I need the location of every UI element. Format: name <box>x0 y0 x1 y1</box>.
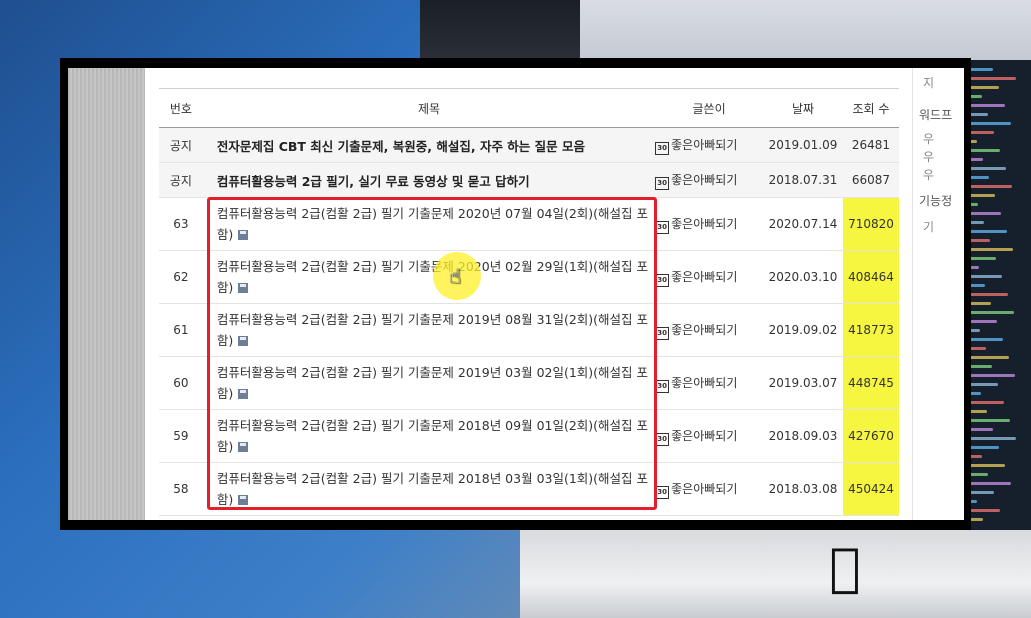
sidebar-item[interactable]: 기 <box>923 218 934 235</box>
code-line <box>965 230 1007 233</box>
author-name[interactable]: 좋은아빠되기 <box>671 429 737 443</box>
member-level-icon: 30 <box>655 379 670 393</box>
post-views: 418773 <box>842 304 899 356</box>
member-level-icon: 30 <box>655 485 670 499</box>
member-level-icon: 30 <box>655 220 670 234</box>
post-date: 2020.03.10 <box>763 250 843 304</box>
background-monitor <box>580 0 1031 60</box>
post-views-cell: 710820 <box>842 197 899 251</box>
background-laptop <box>420 0 600 60</box>
code-line <box>965 185 1012 188</box>
author-name[interactable]: 좋은아빠되기 <box>671 270 737 284</box>
notice-label: 공지 <box>159 127 203 163</box>
member-level-icon: 30 <box>655 326 670 340</box>
author-cell[interactable]: 30 좋은아빠되기 <box>655 197 764 251</box>
code-line <box>965 311 1014 314</box>
author-cell[interactable]: 30 좋은아빠되기 <box>655 303 764 357</box>
code-line <box>965 293 1008 296</box>
sidebar-item[interactable]: 우 <box>923 166 934 183</box>
post-views-cell: 427670 <box>842 409 899 463</box>
post-views: 408464 <box>842 251 899 303</box>
post-date: 2020.07.14 <box>763 197 843 251</box>
author-cell[interactable]: 30 좋은아빠되기 <box>655 356 764 410</box>
author-name[interactable]: 좋은아빠되기 <box>671 323 737 337</box>
code-line <box>965 167 1006 170</box>
code-line <box>965 356 1009 359</box>
code-line <box>965 248 1013 251</box>
post-number: 60 <box>159 356 203 410</box>
sidebar-section-title: 기능정 <box>919 194 953 208</box>
author-name[interactable]: 좋은아빠되기 <box>671 173 737 187</box>
code-line <box>965 77 1016 80</box>
member-level-icon: 30 <box>655 273 670 287</box>
post-date: 2019.03.07 <box>763 356 843 410</box>
header-views[interactable]: 조회 수 <box>842 88 899 128</box>
header-title[interactable]: 제목 <box>202 88 656 128</box>
post-date: 2019.01.09 <box>763 127 843 163</box>
table-header: 번호 제목 글쓴이 날짜 조회 수 <box>159 88 899 128</box>
code-line <box>965 122 1011 125</box>
member-level-icon: 30 <box>655 432 670 446</box>
sidebar-section-title: 워드프 <box>919 108 953 122</box>
post-number: 59 <box>159 409 203 463</box>
post-number: 58 <box>159 462 203 516</box>
apple-logo-icon:  <box>822 540 868 596</box>
code-line <box>965 464 1005 467</box>
post-views: 450424 <box>842 463 899 515</box>
code-line <box>965 374 1015 377</box>
author-name[interactable]: 좋은아빠되기 <box>671 376 737 390</box>
sidebar-item[interactable]: 지 <box>923 74 934 91</box>
background-monitor-stand <box>520 530 1031 618</box>
notice-row: 공지 전자문제집 CBT 최신 기출문제, 복원중, 해설집, 자주 하는 질문 … <box>159 127 899 163</box>
code-line <box>965 437 1016 440</box>
author-cell[interactable]: 30 좋은아빠되기 <box>655 162 764 198</box>
member-level-icon: 30 <box>655 141 670 155</box>
code-line <box>965 482 1011 485</box>
post-views: 427670 <box>842 410 899 462</box>
post-number: 62 <box>159 250 203 304</box>
post-views: 66087 <box>842 162 899 198</box>
author-cell[interactable]: 30 좋은아빠되기 <box>655 127 764 163</box>
hand-cursor-icon: ☝ <box>449 264 462 288</box>
post-date: 2018.07.31 <box>763 162 843 198</box>
header-date[interactable]: 날짜 <box>763 88 843 128</box>
post-number: 63 <box>159 197 203 251</box>
member-level-icon: 30 <box>655 176 670 190</box>
post-views-cell: 408464 <box>842 250 899 304</box>
post-date: 2018.09.03 <box>763 409 843 463</box>
post-views-cell: 448745 <box>842 356 899 410</box>
post-views-cell: 450424 <box>842 462 899 516</box>
post-title-link[interactable]: 전자문제집 CBT 최신 기출문제, 복원중, 해설집, 자주 하는 질문 모음 <box>202 127 656 163</box>
code-line <box>965 104 1005 107</box>
post-views: 26481 <box>842 127 899 163</box>
post-views: 710820 <box>842 198 899 250</box>
highlight-box <box>207 197 657 510</box>
author-cell[interactable]: 30 좋은아빠되기 <box>655 462 764 516</box>
author-cell[interactable]: 30 좋은아빠되기 <box>655 250 764 304</box>
header-author[interactable]: 글쓴이 <box>655 88 764 128</box>
code-line <box>965 419 1010 422</box>
sidebar-item[interactable]: 우 <box>923 148 934 165</box>
page-gutter <box>68 68 145 520</box>
author-cell[interactable]: 30 좋은아빠되기 <box>655 409 764 463</box>
author-name[interactable]: 좋은아빠되기 <box>671 217 737 231</box>
header-num: 번호 <box>159 88 203 128</box>
post-title-link[interactable]: 컴퓨터활용능력 2급 필기, 실기 무료 동영상 및 묻고 답하기 <box>202 162 656 198</box>
notice-row: 공지 컴퓨터활용능력 2급 필기, 실기 무료 동영상 및 묻고 답하기 30 좋은아… <box>159 162 899 198</box>
post-date: 2018.03.08 <box>763 462 843 516</box>
author-name[interactable]: 좋은아빠되기 <box>671 138 737 152</box>
right-sidebar: 지 워드프 우 우 우 기능정 기 <box>912 68 964 520</box>
notice-label: 공지 <box>159 162 203 198</box>
post-views-cell: 418773 <box>842 303 899 357</box>
post-date: 2019.09.02 <box>763 303 843 357</box>
sidebar-item[interactable]: 우 <box>923 130 934 147</box>
post-number: 61 <box>159 303 203 357</box>
post-views: 448745 <box>842 357 899 409</box>
author-name[interactable]: 좋은아빠되기 <box>671 482 737 496</box>
